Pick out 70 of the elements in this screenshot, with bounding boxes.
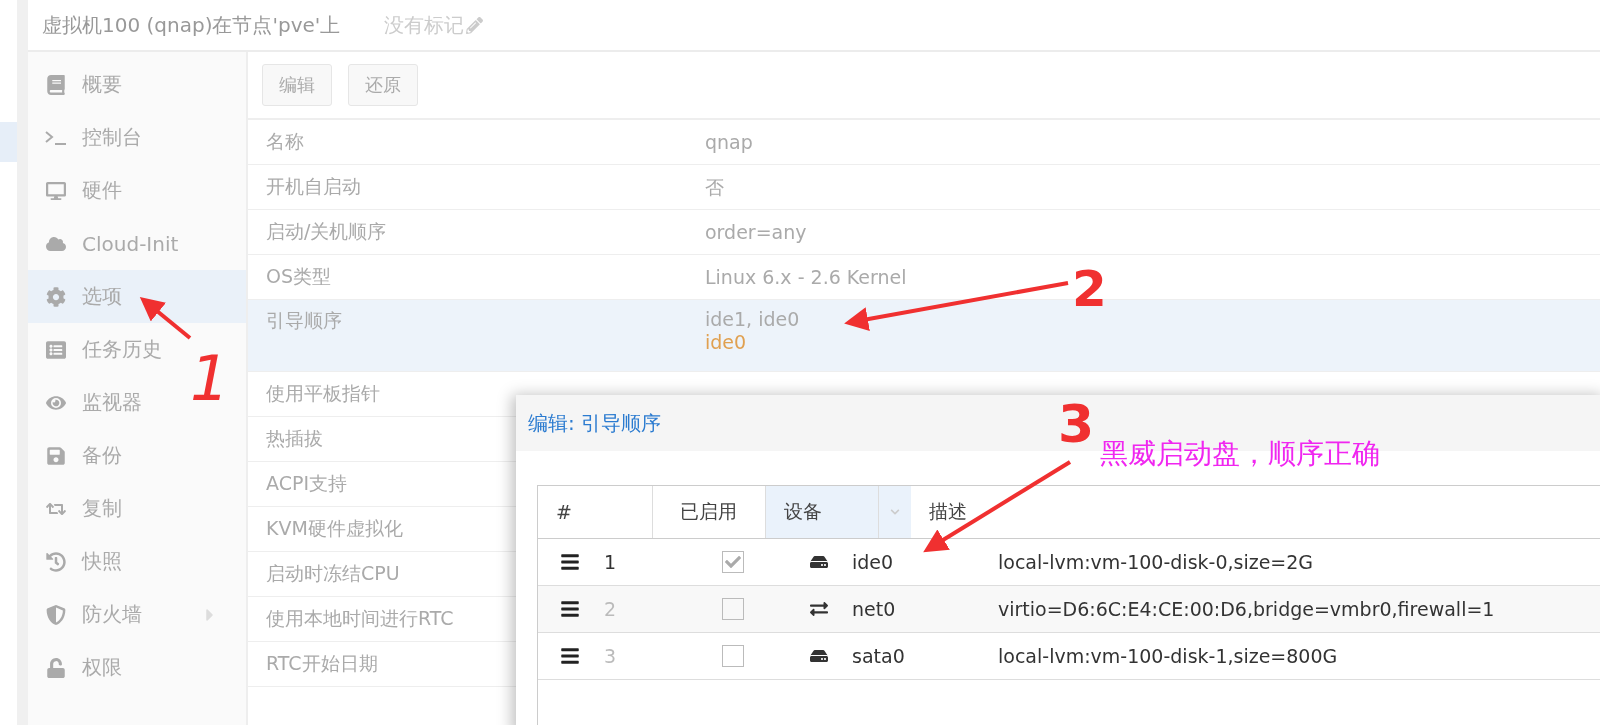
tree-selection — [0, 122, 17, 162]
annotation-arrow — [139, 296, 192, 340]
monitor-icon — [44, 180, 68, 201]
option-name[interactable]: 使用本地时间进行RTC — [266, 606, 454, 632]
option-value: 否 — [705, 175, 724, 199]
sidebar-item[interactable]: 概要 — [82, 71, 122, 98]
terminal-icon — [44, 129, 68, 146]
option-value: qnap — [705, 130, 753, 154]
settings-icon — [44, 286, 68, 307]
enabled-checkbox[interactable] — [722, 598, 744, 620]
device-description: virtio=D6:6C:E4:CE:00:D6,bridge=vmbr0,firewall=1 — [998, 598, 1495, 620]
option-name[interactable]: RTC开始日期 — [266, 651, 378, 677]
annotation-number: 2 — [1072, 264, 1107, 314]
annotation-number: 1 — [190, 348, 230, 410]
pencil-icon — [466, 16, 484, 34]
floppy-icon — [44, 445, 68, 466]
column-menu-icon[interactable] — [878, 486, 912, 538]
option-value: ide1, ide0 — [705, 308, 800, 331]
sidebar-item[interactable]: 备份 — [82, 442, 122, 469]
option-name[interactable]: 热插拔 — [266, 426, 323, 452]
drag-handle-icon[interactable] — [560, 646, 580, 666]
pending-value: ide0 — [705, 331, 748, 354]
sidebar-item[interactable]: 权限 — [82, 654, 122, 681]
row-number: 3 — [604, 645, 617, 667]
device-name: ide0 — [852, 551, 894, 573]
option-value: Linux 6.x - 2.6 Kernel — [705, 265, 907, 289]
sidebar-item[interactable]: 硬件 — [82, 177, 122, 204]
option-name[interactable]: ACPI支持 — [266, 471, 347, 497]
option-value: order=any — [705, 220, 807, 244]
column-header[interactable]: 设备 — [765, 486, 912, 538]
drag-handle-icon[interactable] — [560, 599, 580, 619]
option-name[interactable]: 启动时冻结CPU — [266, 561, 400, 587]
device-name: sata0 — [852, 645, 905, 667]
window-title: 虚拟机100 (qnap)在节点'pve'上 — [42, 11, 341, 39]
sidebar-item[interactable]: 快照 — [82, 548, 122, 575]
toolbar-button[interactable]: 还原 — [348, 64, 418, 106]
annotation-number: 3 — [1058, 398, 1095, 450]
sidebar-item[interactable]: 选项 — [82, 283, 122, 310]
sidebar-item[interactable]: 控制台 — [82, 124, 142, 151]
device-description: local-lvm:vm-100-disk-1,size=800G — [998, 645, 1338, 667]
row-number: 2 — [604, 598, 617, 620]
dialog-title: 编辑: 引导顺序 — [528, 409, 662, 437]
drag-handle-icon[interactable] — [560, 552, 580, 572]
book-icon — [44, 74, 68, 95]
device-description: local-lvm:vm-100-disk-0,size=2G — [998, 551, 1314, 573]
sidebar-item[interactable]: 监视器 — [82, 389, 142, 416]
option-name[interactable]: 启动/关机顺序 — [266, 219, 387, 245]
option-name[interactable]: 开机自启动 — [266, 174, 361, 200]
sidebar-item[interactable]: 任务历史 — [82, 336, 162, 363]
sidebar-item[interactable]: 防火墙 — [82, 601, 142, 628]
device-name: net0 — [852, 598, 896, 620]
sidebar-item[interactable]: 复制 — [82, 495, 122, 522]
row-number: 1 — [604, 551, 617, 573]
shield-icon — [44, 604, 68, 625]
exchange-icon — [810, 600, 828, 618]
annotation-note: 黑威启动盘，顺序正确 — [1100, 440, 1380, 468]
sidebar-item[interactable]: Cloud-Init — [82, 231, 179, 256]
option-name[interactable]: 名称 — [266, 129, 304, 155]
toolbar-button[interactable]: 编辑 — [262, 64, 332, 106]
enabled-checkbox[interactable] — [722, 645, 744, 667]
list-icon — [44, 339, 68, 360]
drive-icon — [810, 647, 828, 665]
option-name[interactable]: 引导顺序 — [266, 308, 342, 334]
history-icon — [44, 551, 68, 572]
unlock-icon — [44, 657, 68, 678]
enabled-checkbox[interactable] — [722, 551, 744, 573]
option-name[interactable]: KVM硬件虚拟化 — [266, 516, 403, 542]
drive-icon — [810, 553, 828, 571]
option-name[interactable]: OS类型 — [266, 264, 331, 290]
option-name[interactable]: 使用平板指针 — [266, 381, 380, 407]
